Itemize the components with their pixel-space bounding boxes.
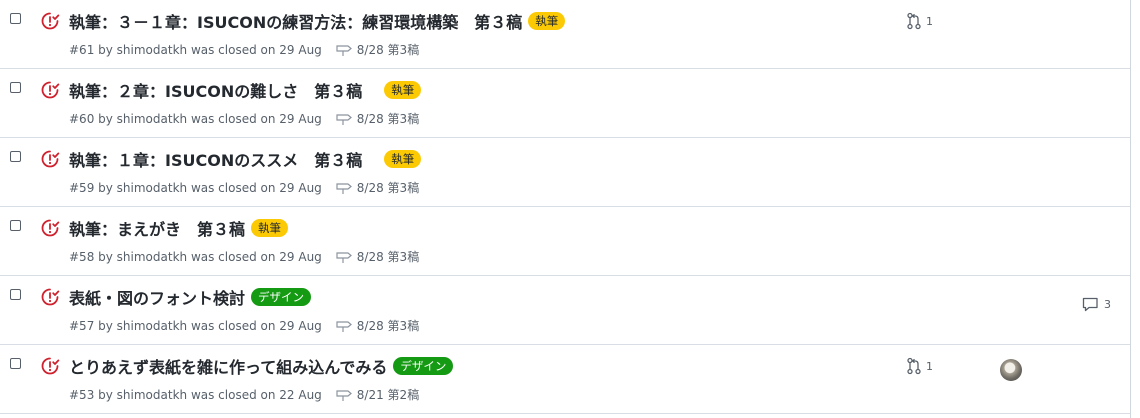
- milestone-icon: [336, 319, 357, 333]
- issue-title-line: 執筆：２章：ISUCONの難しさ 第３稿 執筆: [69, 78, 422, 102]
- issue-list: 執筆：３－１章：ISUCONの練習方法：練習環境構築 第３稿 執筆 #61 by s…: [0, 0, 1131, 418]
- issue-meta: #60 by shimodatkh was closed on 29 Aug 8/…: [69, 110, 419, 127]
- issue-title-line: 執筆：まえがき 第３稿 執筆: [69, 216, 289, 240]
- milestone-icon: [336, 388, 357, 402]
- issue-title-link[interactable]: 執筆：２章：ISUCONの難しさ 第３稿: [69, 78, 378, 102]
- issue-closed-icon: [40, 218, 60, 238]
- linked-pr-count: 1: [926, 359, 933, 373]
- milestone-link[interactable]: 8/28 第3稿: [336, 110, 419, 127]
- comments-link[interactable]: 3: [1082, 297, 1111, 312]
- issue-meta: #53 by shimodatkh was closed on 22 Aug 8/…: [69, 386, 419, 403]
- issue-opened-by: #53 by shimodatkh was closed on 22 Aug: [69, 387, 322, 402]
- milestone-icon: [336, 43, 357, 57]
- issue-title-line: とりあえず表紙を雑に作って組み込んでみる デザイン: [69, 354, 454, 378]
- issue-row[interactable]: とりあえず表紙を雑に作って組み込んでみる デザイン #53 by shimodatk…: [0, 345, 1130, 414]
- milestone-link[interactable]: 8/28 第3稿: [336, 248, 419, 265]
- issue-opened-by: #58 by shimodatkh was closed on 29 Aug: [69, 249, 322, 264]
- milestone-link[interactable]: 8/28 第3稿: [336, 41, 419, 58]
- issue-meta: #59 by shimodatkh was closed on 29 Aug 8/…: [69, 179, 419, 196]
- issue-row[interactable]: 執筆：１章：ISUCONのススメ 第３稿 執筆 #59 by shimodatkh…: [0, 138, 1130, 207]
- issue-row[interactable]: 執筆：２章：ISUCONの難しさ 第３稿 執筆 #60 by shimodatkh…: [0, 69, 1130, 138]
- issue-opened-by: #61 by shimodatkh was closed on 29 Aug: [69, 42, 322, 57]
- issue-closed-icon: [40, 149, 60, 169]
- issue-title-link[interactable]: 執筆：１章：ISUCONのススメ 第３稿: [69, 147, 378, 171]
- milestone-link[interactable]: 8/28 第3稿: [336, 317, 419, 334]
- issue-meta: #58 by shimodatkh was closed on 29 Aug 8/…: [69, 248, 419, 265]
- issue-closed-icon: [40, 356, 60, 376]
- issue-opened-by: #60 by shimodatkh was closed on 29 Aug: [69, 111, 322, 126]
- issue-label[interactable]: 執筆: [384, 150, 422, 168]
- issue-closed-icon: [40, 80, 60, 100]
- pull-request-icon: [906, 12, 926, 30]
- issue-label[interactable]: 執筆: [384, 81, 422, 99]
- linked-pr-count: 1: [926, 14, 933, 28]
- milestone-icon: [336, 250, 357, 264]
- comment-count: 3: [1104, 298, 1111, 311]
- issue-opened-by: #59 by shimodatkh was closed on 29 Aug: [69, 180, 322, 195]
- select-checkbox[interactable]: [10, 151, 21, 162]
- milestone-icon: [336, 181, 357, 195]
- pull-request-icon: [906, 357, 926, 375]
- milestone-label: 8/28 第3稿: [356, 112, 420, 126]
- select-checkbox[interactable]: [10, 13, 21, 24]
- issue-label[interactable]: 執筆: [528, 12, 566, 30]
- issue-row[interactable]: 表紙・図のフォント検討 デザイン #57 by shimodatkh was clo…: [0, 276, 1130, 345]
- milestone-label: 8/28 第3稿: [356, 43, 420, 57]
- issue-title-link[interactable]: 執筆：３－１章：ISUCONの練習方法：練習環境構築 第３稿: [69, 9, 522, 33]
- select-checkbox[interactable]: [10, 289, 21, 300]
- milestone-label: 8/21 第2稿: [356, 388, 420, 402]
- assignee-avatar[interactable]: [1000, 359, 1022, 381]
- issue-label[interactable]: デザイン: [393, 357, 454, 375]
- issue-opened-by: #57 by shimodatkh was closed on 29 Aug: [69, 318, 322, 333]
- issue-meta: #57 by shimodatkh was closed on 29 Aug 8/…: [69, 317, 419, 334]
- issue-title-line: 執筆：１章：ISUCONのススメ 第３稿 執筆: [69, 147, 422, 171]
- issue-label[interactable]: デザイン: [251, 288, 312, 306]
- milestone-link[interactable]: 8/21 第2稿: [336, 386, 419, 403]
- select-checkbox[interactable]: [10, 220, 21, 231]
- milestone-label: 8/28 第3稿: [356, 250, 420, 264]
- issue-meta: #61 by shimodatkh was closed on 29 Aug 8/…: [69, 41, 419, 58]
- select-checkbox[interactable]: [10, 358, 21, 369]
- issue-title-line: 表紙・図のフォント検討 デザイン: [69, 285, 312, 309]
- issue-closed-icon: [40, 287, 60, 307]
- comment-icon: [1082, 297, 1104, 312]
- issue-title-link[interactable]: 表紙・図のフォント検討: [69, 285, 245, 309]
- issue-title-link[interactable]: 執筆：まえがき 第３稿: [69, 216, 245, 240]
- issue-title-link[interactable]: とりあえず表紙を雑に作って組み込んでみる: [69, 354, 387, 378]
- milestone-link[interactable]: 8/28 第3稿: [336, 179, 419, 196]
- milestone-icon: [336, 112, 357, 126]
- linked-pr[interactable]: 1: [906, 357, 933, 375]
- issue-closed-icon: [40, 11, 60, 31]
- issue-row[interactable]: 執筆：まえがき 第３稿 執筆 #58 by shimodatkh was close…: [0, 207, 1130, 276]
- issue-title-line: 執筆：３－１章：ISUCONの練習方法：練習環境構築 第３稿 執筆: [69, 9, 566, 33]
- milestone-label: 8/28 第3稿: [356, 181, 420, 195]
- issue-row[interactable]: 執筆：３－１章：ISUCONの練習方法：練習環境構築 第３稿 執筆 #61 by s…: [0, 0, 1130, 69]
- select-checkbox[interactable]: [10, 82, 21, 93]
- linked-pr[interactable]: 1: [906, 12, 933, 30]
- issue-label[interactable]: 執筆: [251, 219, 289, 237]
- milestone-label: 8/28 第3稿: [356, 319, 420, 333]
